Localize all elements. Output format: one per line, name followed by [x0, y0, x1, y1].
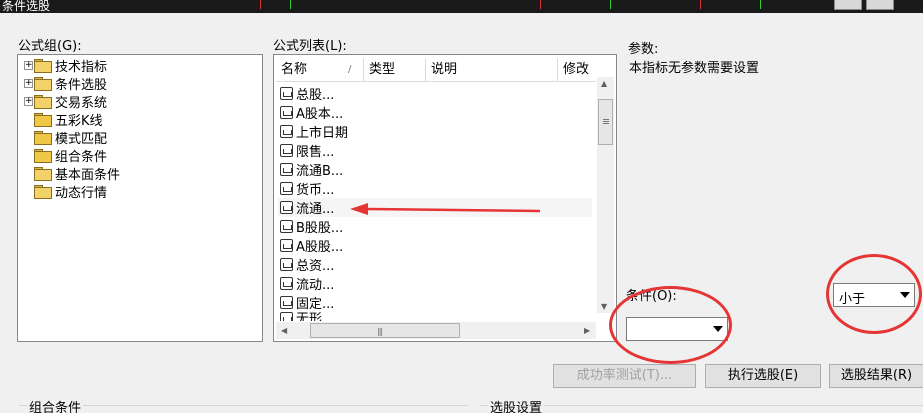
column-header-modified[interactable]: 修改: [558, 58, 596, 82]
list-item[interactable]: 货币...: [280, 179, 334, 198]
list-item[interactable]: 总股...: [280, 84, 334, 103]
formula-icon: [280, 125, 293, 138]
ticker-mark: [540, 0, 541, 9]
tree-item-dynamic[interactable]: 动态行情: [24, 182, 108, 201]
tree-item-label: 技术指标: [55, 59, 108, 75]
scroll-down-icon[interactable]: ▼: [601, 302, 607, 311]
horizontal-scrollbar[interactable]: ◀ ||| ▶: [276, 322, 596, 339]
tree-item-trading[interactable]: + 交易系统: [24, 92, 108, 111]
formula-icon: [280, 106, 293, 119]
expand-icon[interactable]: +: [24, 78, 33, 88]
tree-item-combined[interactable]: 组合条件: [24, 146, 108, 165]
annotation-circle: [609, 286, 732, 364]
list-item[interactable]: 流动...: [280, 274, 334, 293]
tree-item-candle[interactable]: 五彩K线: [24, 110, 103, 129]
folder-icon: [34, 167, 52, 181]
tree-item-label: 五彩K线: [55, 113, 103, 129]
ticker-mark: [260, 0, 261, 9]
scroll-left-icon[interactable]: ◀: [281, 326, 287, 335]
minimize-button[interactable]: [834, 0, 862, 10]
formula-list-header: 名称 / 类型 说明 修改: [276, 58, 596, 82]
stock-settings-label: 选股设置: [488, 397, 545, 413]
list-item[interactable]: B股股...: [280, 217, 343, 236]
formula-icon: [280, 220, 293, 233]
tree-item-condition[interactable]: + 条件选股: [24, 74, 108, 93]
folder-icon: [34, 95, 52, 109]
sort-indicator-icon: /: [348, 64, 352, 75]
expand-icon[interactable]: +: [24, 96, 33, 106]
formula-list[interactable]: 名称 / 类型 说明 修改 总股... A股本... 上市日期 限售... 流通…: [273, 54, 617, 342]
formula-icon: [280, 144, 293, 157]
tree-item-label: 动态行情: [55, 185, 108, 201]
folder-icon: [34, 131, 52, 145]
folder-icon: [34, 113, 52, 127]
column-header-name[interactable]: 名称 /: [276, 58, 364, 82]
list-item[interactable]: A股本...: [280, 103, 343, 122]
tree-item-label: 组合条件: [55, 149, 108, 165]
formula-group-tree[interactable]: + 技术指标 + 条件选股 + 交易系统 五彩K线 模式匹配 组合条件 基本面条…: [17, 54, 263, 342]
annotation-circle: [826, 254, 922, 334]
vertical-scroll-thumb[interactable]: [598, 99, 613, 145]
window-title: 条件选股: [2, 0, 51, 13]
ticker-mark: [610, 0, 611, 9]
formula-icon: [280, 312, 293, 321]
title-bar: 条件选股: [0, 0, 923, 13]
column-header-desc[interactable]: 说明: [426, 58, 558, 82]
formula-icon: [280, 277, 293, 290]
horizontal-scroll-thumb[interactable]: |||: [310, 323, 460, 338]
formula-icon: [280, 182, 293, 195]
list-item[interactable]: 总资...: [280, 255, 334, 274]
tree-item-label: 条件选股: [55, 77, 108, 93]
list-item[interactable]: 固定...: [280, 293, 334, 312]
formula-group-label: 公式组(G):: [18, 39, 82, 54]
vertical-scrollbar[interactable]: ▲ ▼: [597, 77, 614, 313]
tree-item-technical[interactable]: + 技术指标: [24, 56, 108, 75]
ticker-mark: [290, 0, 291, 9]
scroll-up-icon[interactable]: ▲: [601, 79, 607, 88]
folder-icon: [34, 149, 52, 163]
formula-icon: [280, 296, 293, 309]
formula-icon: [280, 87, 293, 100]
params-text: 本指标无参数需要设置: [629, 61, 760, 76]
execute-selection-button[interactable]: 执行选股(E): [705, 364, 821, 388]
folder-icon: [34, 77, 52, 91]
scroll-right-icon[interactable]: ▶: [584, 326, 590, 335]
list-item[interactable]: A股股...: [280, 236, 343, 255]
folder-icon: [34, 59, 52, 73]
folder-icon: [34, 185, 52, 199]
ticker-mark: [700, 0, 701, 9]
formula-icon: [280, 258, 293, 271]
list-item[interactable]: 无形...: [280, 312, 334, 321]
params-area: 本指标无参数需要设置: [626, 54, 923, 234]
tree-item-label: 基本面条件: [55, 167, 121, 183]
formula-icon: [280, 163, 293, 176]
formula-list-label: 公式列表(L):: [273, 39, 347, 54]
tree-item-pattern[interactable]: 模式匹配: [24, 128, 108, 147]
selection-result-button[interactable]: 选股结果(R): [829, 364, 923, 388]
ticker-mark: [760, 0, 761, 9]
column-header-type[interactable]: 类型: [364, 58, 426, 82]
tree-item-fundamental[interactable]: 基本面条件: [24, 164, 121, 183]
combined-conditions-label: 组合条件: [27, 397, 84, 413]
annotation-arrow: [350, 203, 541, 215]
combined-conditions-group: 组合条件: [19, 397, 468, 413]
formula-icon: [280, 201, 293, 214]
tree-item-label: 模式匹配: [55, 131, 108, 147]
list-item[interactable]: 上市日期: [280, 122, 348, 141]
list-item[interactable]: 限售...: [280, 141, 334, 160]
maximize-button[interactable]: [866, 0, 894, 10]
tree-item-label: 交易系统: [55, 95, 108, 111]
stock-settings-group: 选股设置: [480, 397, 923, 413]
list-item[interactable]: 流通B...: [280, 160, 343, 179]
formula-icon: [280, 239, 293, 252]
expand-icon[interactable]: +: [24, 60, 33, 70]
success-rate-test-button[interactable]: 成功率测试(T)...: [553, 364, 696, 388]
